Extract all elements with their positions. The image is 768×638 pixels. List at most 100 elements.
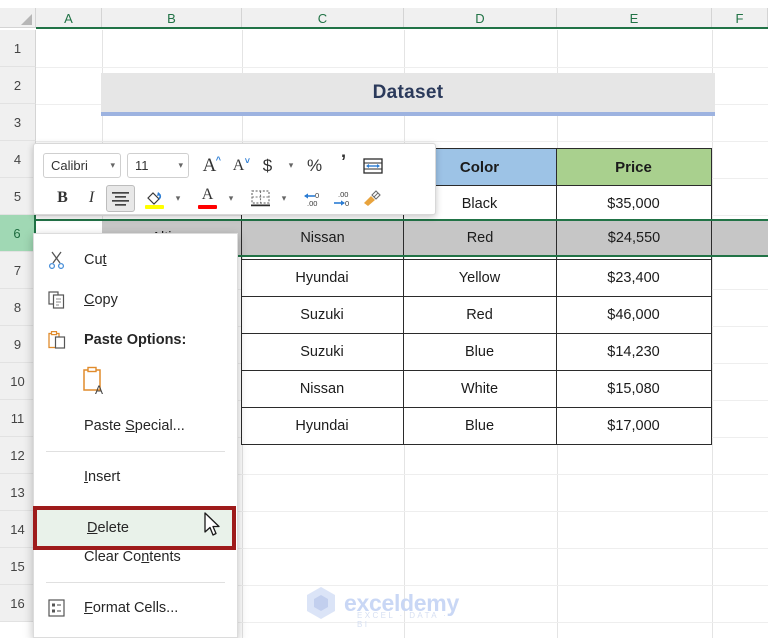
bold-button[interactable]: B (48, 185, 77, 212)
chevron-down-icon: ▾ (281, 192, 287, 203)
comma-style-button[interactable]: ’ (329, 152, 358, 179)
font-color-button[interactable]: A (193, 185, 222, 212)
row-header-column: 1 2 3 4 5 6 7 8 9 10 11 12 13 14 15 16 (0, 30, 36, 622)
borders-button[interactable] (246, 185, 275, 212)
font-color-swatch (198, 204, 217, 209)
row-header-6[interactable]: 6 (0, 215, 36, 252)
row-header-3[interactable]: 3 (0, 104, 36, 141)
font-size-value: 11 (135, 158, 149, 173)
center-align-button[interactable] (106, 184, 135, 212)
row-header-15[interactable]: 15 (0, 548, 36, 585)
column-header-b[interactable]: B (102, 8, 242, 28)
table-cell[interactable]: $35,000 (555, 185, 712, 223)
table-cell[interactable]: Blue (402, 333, 557, 371)
table-cell[interactable]: Blue (402, 407, 557, 445)
paste-options-row[interactable]: A (34, 360, 237, 406)
fill-color-button[interactable] (140, 185, 169, 212)
row-header-12[interactable]: 12 (0, 437, 36, 474)
row-header-9[interactable]: 9 (0, 326, 36, 363)
row-header-14[interactable]: 14 (0, 511, 36, 548)
format-painter-button[interactable] (357, 185, 386, 212)
row-header-13[interactable]: 13 (0, 474, 36, 511)
italic-button[interactable]: I (77, 185, 106, 212)
table-cell[interactable]: Suzuki (240, 333, 404, 371)
font-name-combo[interactable]: Calibri ▾ (43, 153, 121, 178)
row-header-8[interactable]: 8 (0, 289, 36, 326)
accounting-format-button[interactable]: $ (253, 152, 282, 179)
context-menu-separator (46, 582, 225, 583)
column-header-c[interactable]: C (242, 8, 404, 28)
row-header-11[interactable]: 11 (0, 400, 36, 437)
table-cell[interactable]: $14,230 (555, 333, 712, 371)
selected-row-cell[interactable]: Nissan (242, 221, 404, 255)
row-header-10[interactable]: 10 (0, 363, 36, 400)
font-color-dropdown[interactable]: ▾ (222, 185, 240, 212)
row-header-7[interactable]: 7 (0, 252, 36, 289)
column-header-a[interactable]: A (36, 8, 102, 28)
table-cell[interactable]: Suzuki (240, 296, 404, 334)
table-cell[interactable]: $17,000 (555, 407, 712, 445)
row-header-2[interactable]: 2 (0, 67, 36, 104)
chevron-down-icon: ▾ (228, 192, 234, 203)
decrease-decimal-button[interactable]: 0 .00 (299, 185, 328, 212)
row-header-5[interactable]: 5 (0, 178, 36, 215)
decrease-font-size-button[interactable]: A ˅ (224, 152, 253, 179)
font-color-a-icon: A (201, 186, 214, 203)
font-name-value: Calibri (51, 158, 88, 173)
borders-dropdown[interactable]: ▾ (275, 185, 293, 212)
table-cell[interactable]: $46,000 (555, 296, 712, 334)
table-cell[interactable]: Nissan (240, 370, 404, 408)
column-header-d[interactable]: D (404, 8, 557, 28)
merge-and-center-button[interactable] (358, 152, 387, 179)
context-menu-label: Clear Contents (84, 549, 181, 565)
context-menu-item-insert[interactable]: Insert (34, 457, 237, 497)
table-cell[interactable]: $23,400 (555, 259, 712, 297)
context-menu-item-format-cells[interactable]: Format Cells... (34, 588, 237, 628)
select-all-corner[interactable] (0, 8, 36, 28)
context-menu[interactable]: Cut Copy Paste Options: A Paste Special.… (33, 233, 238, 638)
chevron-down-icon: ▾ (110, 160, 115, 170)
increase-font-size-button[interactable]: A ^ (195, 152, 224, 179)
mini-toolbar[interactable]: Calibri ▾ 11 ▾ A ^ A ˅ $ ▾ % ’ B I ▾ A ▾… (33, 143, 436, 215)
dataset-title-underline (101, 112, 715, 116)
caret-up-icon: ^ (215, 155, 221, 165)
table-cell[interactable]: Hyundai (240, 259, 404, 297)
font-size-combo[interactable]: 11 ▾ (127, 153, 189, 178)
context-menu-item-cut[interactable]: Cut (34, 240, 237, 280)
context-menu-separator (46, 451, 225, 452)
percent-style-button[interactable]: % (300, 152, 329, 179)
context-menu-label: Delete (87, 520, 129, 536)
table-cell[interactable]: $15,080 (555, 370, 712, 408)
table-cell[interactable]: White (402, 370, 557, 408)
format-cells-icon (48, 599, 78, 617)
row-header-16[interactable]: 16 (0, 585, 36, 622)
decrease-decimal-icon: 0 .00 (303, 191, 319, 207)
selected-row-cell[interactable]: $24,550 (557, 221, 712, 255)
column-header-f[interactable]: F (712, 8, 768, 28)
increase-font-size-icon: A (202, 154, 217, 176)
context-menu-label: Copy (84, 292, 118, 308)
excel-window: ABCDEF 1 2 3 4 5 6 7 8 9 10 11 12 13 14 15 16 Dataset C… (0, 0, 768, 638)
table-cell[interactable]: Hyundai (240, 407, 404, 445)
accounting-format-dropdown[interactable]: ▾ (282, 152, 300, 179)
svg-text:.00: .00 (338, 190, 348, 199)
row-header-1[interactable]: 1 (0, 30, 36, 67)
keep-source-formatting-paste-icon[interactable]: A (82, 366, 108, 401)
column-header-e[interactable]: E (557, 8, 712, 28)
increase-decimal-icon: .00 0 (333, 190, 349, 207)
fill-color-dropdown[interactable]: ▾ (169, 185, 187, 212)
svg-text:A: A (95, 383, 103, 396)
borders-icon (251, 189, 270, 206)
context-menu-label: Insert (84, 469, 121, 485)
context-menu-item-copy[interactable]: Copy (34, 280, 237, 320)
italic-icon: I (88, 189, 95, 206)
table-cell[interactable]: Red (402, 296, 557, 334)
table-cell[interactable]: Yellow (402, 259, 557, 297)
increase-decimal-button[interactable]: .00 0 (328, 185, 357, 212)
context-menu-item-paste-special[interactable]: Paste Special... (34, 406, 237, 446)
row-header-4[interactable]: 4 (0, 141, 36, 178)
selected-row-cell[interactable]: Red (404, 221, 557, 255)
column-header-underline (36, 27, 768, 29)
svg-text:.00: .00 (307, 199, 317, 207)
exceldemy-watermark: exceldemy EXCEL · DATA · BI (305, 586, 459, 629)
